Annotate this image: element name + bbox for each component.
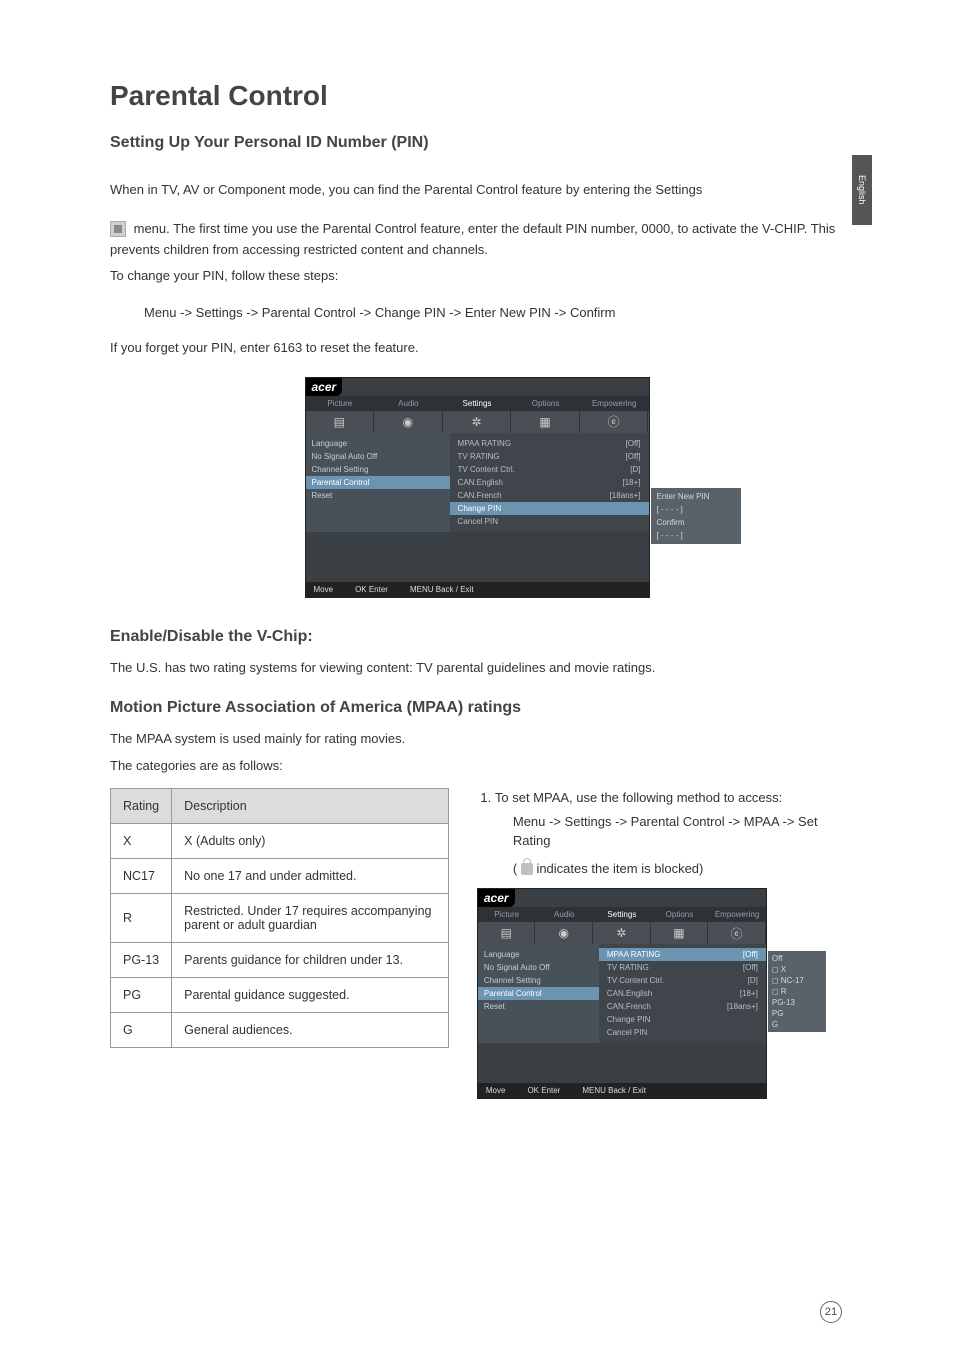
options-icon: ▦ [511, 411, 580, 433]
osd1-tab: Picture [306, 396, 375, 411]
osd1-tab: Options [511, 396, 580, 411]
osd1-left-item: Reset [306, 489, 450, 502]
picture-icon: ▤ [306, 411, 375, 433]
osd1-left-item: Channel Setting [306, 463, 450, 476]
nav-path: Menu -> Settings -> Parental Control -> … [110, 305, 844, 320]
osd1-popup: Enter New PIN [ - - - - ] Confirm [ - - … [651, 488, 741, 544]
osd1-left-item: No Signal Auto Off [306, 450, 450, 463]
osd1-left-item: Parental Control [306, 476, 450, 489]
pin-intro: When in TV, AV or Component mode, you ca… [110, 180, 844, 201]
lock-icon [521, 863, 533, 875]
osd-screenshot-1: acer Picture Audio Settings Options Empo… [110, 377, 844, 598]
vchip-line: The U.S. has two rating systems for view… [110, 658, 844, 679]
step-1-nav: Menu -> Settings -> Parental Control -> … [495, 812, 844, 851]
osd-screenshot-2: acer Picture Audio Settings Options Empo… [477, 888, 844, 1099]
osd1-tab: Settings [443, 396, 512, 411]
step-1-hint: ( indicates the item is blocked) [495, 859, 844, 879]
osd1-tab: Empowering [580, 396, 649, 411]
osd1-left-item: Language [306, 437, 450, 450]
page-title: Parental Control [110, 80, 844, 112]
pin-heading: Setting Up Your Personal ID Number (PIN) [110, 134, 844, 152]
osd2-popup: Off ◻ X ◻ NC-17 ◻ R PG-13 PG G [768, 951, 826, 1032]
th-desc: Description [172, 789, 449, 824]
ratings-table: Rating Description XX (Adults only) NC17… [110, 788, 449, 1048]
change-pin-text: To change your PIN, follow these steps: [110, 266, 844, 287]
mpaa-l2: The categories are as follows: [110, 756, 844, 777]
page-number: 21 [820, 1301, 842, 1323]
osd1-brand: acer [306, 378, 343, 396]
mpaa-heading: Motion Picture Association of America (M… [110, 699, 844, 717]
osd1-tab: Audio [374, 396, 443, 411]
osd2-brand: acer [478, 889, 515, 907]
language-tab: English [852, 155, 872, 225]
vchip-heading: Enable/Disable the V-Chip: [110, 628, 844, 646]
mpaa-l1: The MPAA system is used mainly for ratin… [110, 729, 844, 750]
pin-icon-line: menu. The first time you use the Parenta… [110, 219, 844, 261]
empowering-icon: ⓔ [580, 411, 649, 433]
audio-icon: ◉ [374, 411, 443, 433]
forget-pin: If you forget your PIN, enter 6163 to re… [110, 338, 844, 359]
osd1-footer-back: MENU Back / Exit [410, 585, 474, 594]
osd1-footer-move: Move [314, 585, 334, 594]
step-1: To set MPAA, use the following method to… [495, 788, 844, 878]
icon-line-text: menu. The first time you use the Parenta… [110, 221, 835, 257]
settings-icon [110, 221, 126, 237]
osd1-footer-enter: OK Enter [355, 585, 388, 594]
settings-tab-icon: ✲ [443, 411, 512, 433]
th-rating: Rating [111, 789, 172, 824]
